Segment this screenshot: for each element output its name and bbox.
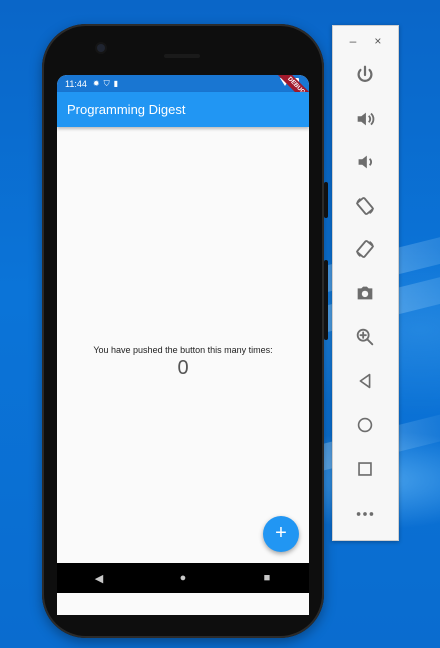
rotate-left-icon[interactable] <box>353 194 377 218</box>
minimize-button[interactable]: – <box>350 34 357 48</box>
status-time: 11:44 <box>65 78 87 89</box>
app-bar: Programming Digest <box>57 92 309 127</box>
navigation-bar: ◀ ● ■ <box>57 563 309 593</box>
counter-label: You have pushed the button this many tim… <box>93 345 273 355</box>
rotate-right-icon[interactable] <box>353 237 377 261</box>
back-icon[interactable]: ◀ <box>89 572 109 585</box>
emulator-toolbar: – × <box>332 25 399 541</box>
volume-side-button[interactable] <box>324 260 328 340</box>
front-camera <box>97 44 105 52</box>
status-bar: 11:44 ✹ ⛉ ▮ DEBUG <box>57 75 309 112</box>
back-icon[interactable] <box>353 369 377 393</box>
power-side-button[interactable] <box>324 182 328 218</box>
earpiece <box>164 54 200 58</box>
more-icon[interactable] <box>353 502 377 526</box>
volume-up-icon[interactable] <box>353 107 377 131</box>
panel-window-controls: – × <box>333 26 398 56</box>
power-icon[interactable] <box>353 63 377 87</box>
close-button[interactable]: × <box>374 34 381 48</box>
counter-area: You have pushed the button this many tim… <box>57 345 309 380</box>
camera-icon[interactable] <box>353 281 377 305</box>
shield-icon: ⛉ <box>103 78 110 88</box>
gear-icon: ✹ <box>92 78 100 88</box>
phone-frame: 11:44 ✹ ⛉ ▮ DEBUG Programming Digest You… <box>42 24 328 638</box>
home-icon[interactable]: ● <box>173 572 193 584</box>
overview-icon[interactable] <box>353 457 377 481</box>
phone-screen: 11:44 ✹ ⛉ ▮ DEBUG Programming Digest You… <box>57 75 309 615</box>
volume-down-icon[interactable] <box>353 150 377 174</box>
increment-fab-button[interactable]: + <box>263 516 299 552</box>
app-title: Programming Digest <box>67 102 186 117</box>
home-icon[interactable] <box>353 413 377 437</box>
sd-card-icon: ▮ <box>113 78 118 88</box>
zoom-icon[interactable] <box>353 325 377 349</box>
recents-icon[interactable]: ■ <box>257 572 277 584</box>
counter-value: 0 <box>177 357 189 379</box>
